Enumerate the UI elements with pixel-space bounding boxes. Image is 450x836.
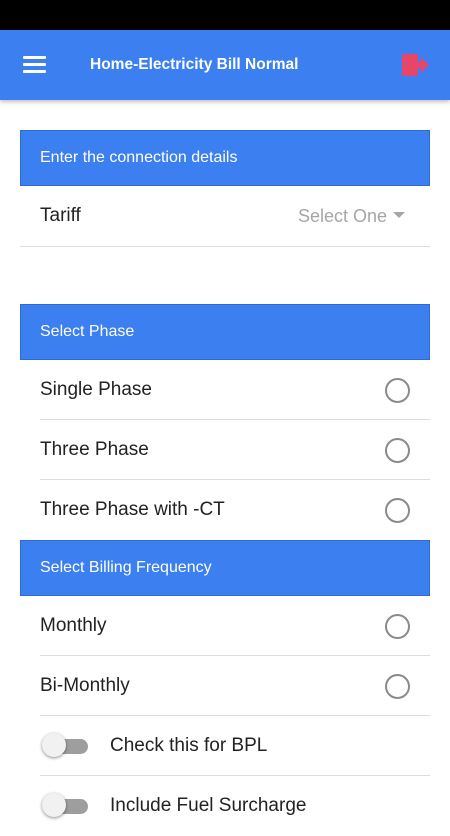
phase-option-three[interactable]: Three Phase <box>40 420 430 480</box>
app-bar: Home-Electricity Bill Normal <box>0 30 450 100</box>
tariff-label: Tariff <box>40 205 81 226</box>
billing-option-label: Monthly <box>40 615 107 636</box>
select-phase-header: Select Phase <box>20 304 430 360</box>
billing-option-label: Bi-Monthly <box>40 675 130 696</box>
phase-option-label: Single Phase <box>40 379 152 400</box>
billing-option-monthly[interactable]: Monthly <box>40 596 430 656</box>
hamburger-menu-icon[interactable] <box>22 54 48 76</box>
billing-frequency-header: Select Billing Frequency <box>20 540 430 596</box>
single-phase-radio[interactable] <box>385 378 410 403</box>
status-bar <box>0 0 450 30</box>
tariff-dropdown[interactable]: Select One <box>298 186 405 246</box>
logout-icon[interactable] <box>400 52 430 78</box>
phase-option-label: Three Phase with -CT <box>40 499 225 520</box>
bpl-toggle-row[interactable]: Check this for BPL <box>40 716 430 776</box>
bpl-toggle[interactable] <box>42 733 88 757</box>
fuel-surcharge-toggle-label: Include Fuel Surcharge <box>110 795 307 816</box>
phase-option-three-ct[interactable]: Three Phase with -CT <box>40 480 430 540</box>
monthly-radio[interactable] <box>385 614 410 639</box>
phase-option-single[interactable]: Single Phase <box>40 360 430 420</box>
bimonthly-radio[interactable] <box>385 674 410 699</box>
billing-option-bimonthly[interactable]: Bi-Monthly <box>40 656 430 716</box>
fuel-surcharge-toggle[interactable] <box>42 793 88 817</box>
bpl-toggle-label: Check this for BPL <box>110 735 268 756</box>
three-phase-radio[interactable] <box>385 438 410 463</box>
tariff-dropdown-value: Select One <box>297 206 387 226</box>
fuel-surcharge-toggle-row[interactable]: Include Fuel Surcharge <box>40 776 430 836</box>
tariff-row: Tariff Select One <box>20 186 430 247</box>
page-title: Home-Electricity Bill Normal <box>90 56 299 73</box>
three-phase-ct-radio[interactable] <box>385 498 410 523</box>
phase-option-label: Three Phase <box>40 439 149 460</box>
dropdown-caret-icon <box>393 212 405 219</box>
connection-details-header: Enter the connection details <box>20 130 430 186</box>
